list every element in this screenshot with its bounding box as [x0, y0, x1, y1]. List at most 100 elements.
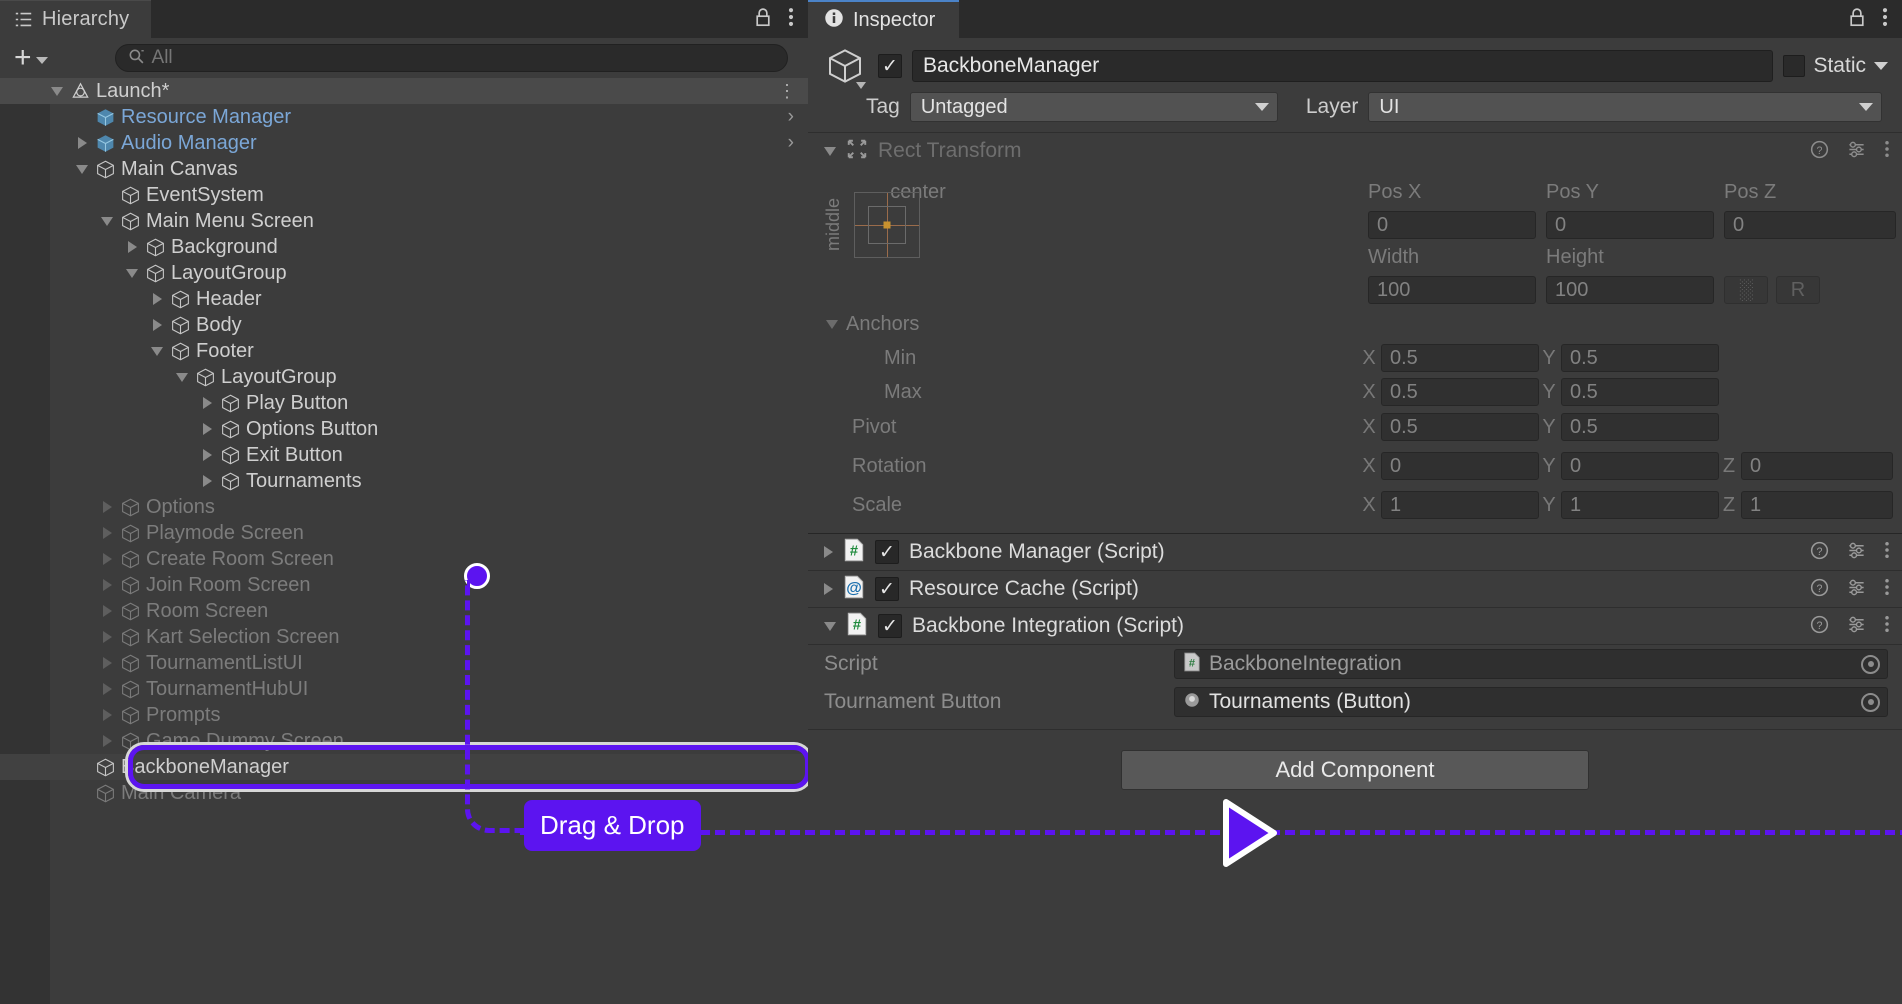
hierarchy-item-layoutgroup[interactable]: LayoutGroup — [0, 364, 808, 390]
hierarchy-item-resource-manager[interactable]: Resource Manager› — [0, 104, 808, 130]
twisty[interactable] — [121, 241, 143, 253]
height-field[interactable]: 100 — [1546, 276, 1714, 304]
tag-dropdown[interactable]: Untagged — [910, 92, 1278, 122]
twisty[interactable] — [146, 319, 168, 331]
chevron-right-icon[interactable] — [824, 583, 833, 595]
lock-icon[interactable] — [1848, 7, 1866, 32]
hierarchy-item-body[interactable]: Body — [0, 312, 808, 338]
rotation-z-field[interactable]: 0 — [1741, 452, 1893, 480]
hierarchy-item-backbonemanager[interactable]: BackboneManager — [0, 754, 808, 780]
chevron-down-icon[interactable] — [824, 622, 836, 631]
prefab-open-chevron-icon[interactable]: › — [788, 132, 794, 154]
component-header-backbone-integration-script[interactable]: #✓Backbone Integration (Script)? — [808, 608, 1902, 644]
chevron-down-icon[interactable] — [856, 82, 866, 89]
component-enabled-checkbox[interactable]: ✓ — [875, 540, 899, 564]
hierarchy-item-options-button[interactable]: Options Button — [0, 416, 808, 442]
chevron-down-icon[interactable] — [76, 165, 88, 174]
rotation-y-field[interactable]: 0 — [1561, 452, 1719, 480]
component-header-rect-transform[interactable]: Rect Transform ? — [808, 133, 1902, 169]
scale-x-field[interactable]: 1 — [1381, 491, 1539, 519]
width-field[interactable]: 100 — [1368, 276, 1536, 304]
twisty[interactable] — [196, 423, 218, 435]
twisty[interactable] — [171, 373, 193, 382]
hierarchy-item-main-menu-screen[interactable]: Main Menu Screen — [0, 208, 808, 234]
chevron-right-icon[interactable] — [203, 475, 212, 487]
preset-icon[interactable] — [1847, 140, 1866, 163]
hierarchy-item-play-button[interactable]: Play Button — [0, 390, 808, 416]
twisty[interactable] — [196, 475, 218, 487]
component-enabled-checkbox[interactable]: ✓ — [875, 577, 899, 601]
chevron-right-icon[interactable] — [103, 527, 112, 539]
object-picker-icon[interactable] — [1861, 655, 1880, 674]
kebab-menu-icon[interactable] — [1884, 540, 1890, 564]
hierarchy-item-main-canvas[interactable]: Main Canvas — [0, 156, 808, 182]
chevron-down-icon[interactable] — [126, 269, 138, 278]
component-header-resource-cache-script[interactable]: @✓Resource Cache (Script)? — [808, 571, 1902, 607]
anchor-preset-widget[interactable] — [854, 192, 920, 258]
chevron-right-icon[interactable] — [203, 397, 212, 409]
hierarchy-tree[interactable]: Launch*⋮Resource Manager›Audio Manager›M… — [0, 78, 808, 1004]
twisty[interactable] — [96, 217, 118, 226]
anchor-min-x-field[interactable]: 0.5 — [1381, 344, 1539, 372]
chevron-down-icon[interactable] — [176, 373, 188, 382]
anchor-max-x-field[interactable]: 0.5 — [1381, 378, 1539, 406]
twisty[interactable] — [96, 605, 118, 617]
tab-inspector[interactable]: Inspector — [808, 0, 959, 38]
chevron-down-icon[interactable] — [101, 217, 113, 226]
hierarchy-item-footer[interactable]: Footer — [0, 338, 808, 364]
pos-y-field[interactable]: 0 — [1546, 211, 1714, 239]
create-object-button[interactable]: + — [8, 43, 54, 73]
gameobject-enabled-checkbox[interactable]: ✓ — [878, 54, 902, 78]
gameobject-name-field[interactable]: BackboneManager — [912, 50, 1773, 82]
search-input[interactable]: All — [115, 44, 788, 72]
twisty[interactable] — [96, 683, 118, 695]
twisty[interactable] — [146, 293, 168, 305]
hierarchy-item-room-screen[interactable]: Room Screen — [0, 598, 808, 624]
pivot-x-field[interactable]: 0.5 — [1381, 413, 1539, 441]
chevron-right-icon[interactable] — [203, 449, 212, 461]
anchors-foldout-icon[interactable] — [826, 320, 838, 329]
hierarchy-item-background[interactable]: Background — [0, 234, 808, 260]
hierarchy-item-kart-selection-screen[interactable]: Kart Selection Screen — [0, 624, 808, 650]
kebab-menu-icon[interactable] — [1884, 577, 1890, 601]
chevron-right-icon[interactable] — [103, 735, 112, 747]
preset-icon[interactable] — [1847, 578, 1866, 601]
chevron-right-icon[interactable] — [103, 501, 112, 513]
hierarchy-item-main-camera[interactable]: Main Camera — [0, 780, 808, 806]
component-header-backbone-manager-script[interactable]: #✓Backbone Manager (Script)? — [808, 534, 1902, 570]
twisty[interactable] — [96, 553, 118, 565]
preset-icon[interactable] — [1847, 615, 1866, 638]
chevron-right-icon[interactable] — [78, 137, 87, 149]
chevron-right-icon[interactable] — [103, 709, 112, 721]
chevron-down-icon[interactable] — [151, 347, 163, 356]
rotation-x-field[interactable]: 0 — [1381, 452, 1539, 480]
prefab-open-chevron-icon[interactable]: › — [788, 106, 794, 128]
twisty[interactable] — [96, 579, 118, 591]
anchor-max-y-field[interactable]: 0.5 — [1561, 378, 1719, 406]
kebab-menu-icon[interactable] — [1884, 139, 1890, 163]
twisty[interactable] — [146, 347, 168, 356]
component-enabled-checkbox[interactable]: ✓ — [878, 614, 902, 638]
help-icon[interactable]: ? — [1810, 615, 1829, 638]
twisty[interactable] — [71, 137, 93, 149]
hierarchy-item-game-dummy-screen[interactable]: Game Dummy Screen — [0, 728, 808, 754]
help-icon[interactable]: ? — [1810, 578, 1829, 601]
kebab-menu-icon[interactable] — [788, 6, 794, 32]
help-icon[interactable]: ? — [1810, 140, 1829, 163]
hierarchy-item-tournaments[interactable]: Tournaments — [0, 468, 808, 494]
twisty[interactable] — [196, 397, 218, 409]
scale-y-field[interactable]: 1 — [1561, 491, 1719, 519]
hierarchy-item-header[interactable]: Header — [0, 286, 808, 312]
chevron-right-icon[interactable] — [103, 605, 112, 617]
chevron-right-icon[interactable] — [103, 657, 112, 669]
kebab-menu-icon[interactable] — [1882, 6, 1888, 32]
chevron-right-icon[interactable] — [824, 546, 833, 558]
add-component-button[interactable]: Add Component — [1121, 750, 1589, 790]
chevron-right-icon[interactable] — [153, 319, 162, 331]
twisty[interactable] — [96, 735, 118, 747]
hierarchy-item-options[interactable]: Options — [0, 494, 808, 520]
chevron-right-icon[interactable] — [103, 683, 112, 695]
tab-hierarchy[interactable]: Hierarchy — [0, 0, 151, 38]
chevron-right-icon[interactable] — [103, 631, 112, 643]
chevron-right-icon[interactable] — [103, 579, 112, 591]
